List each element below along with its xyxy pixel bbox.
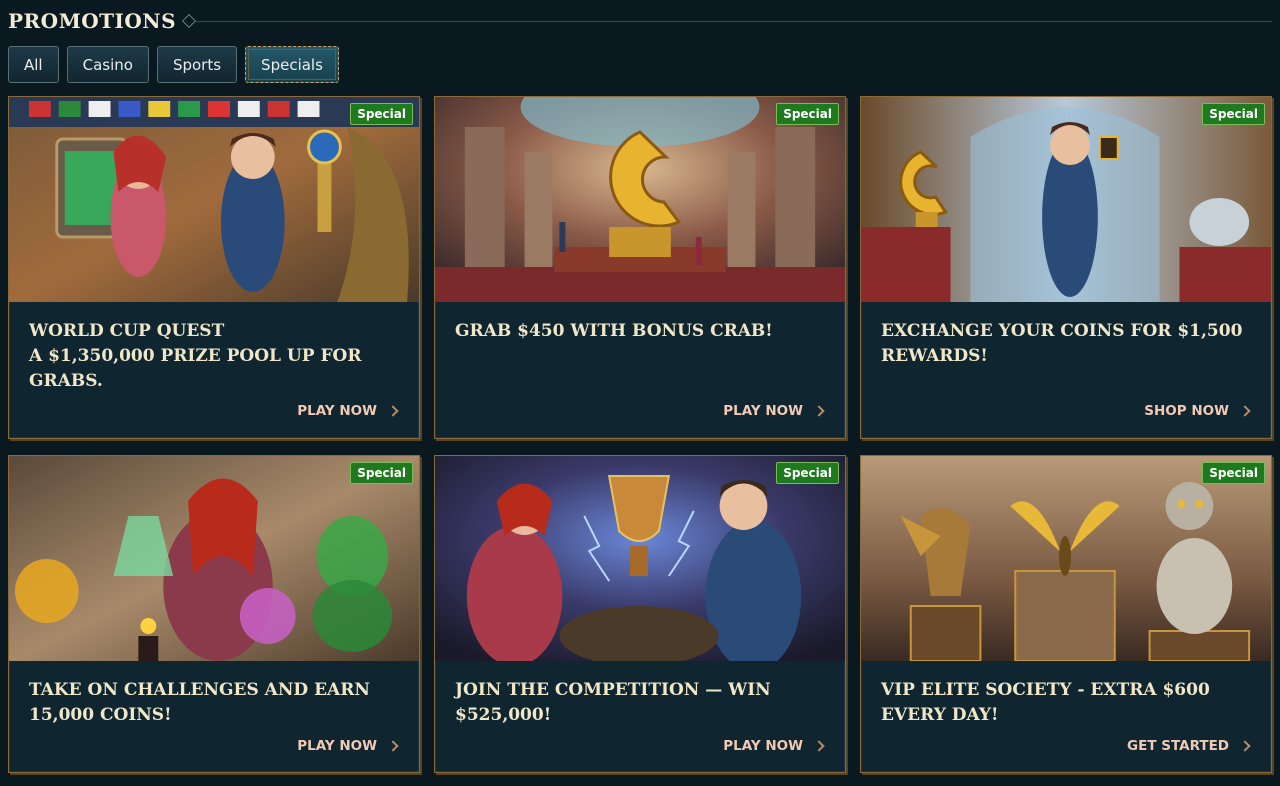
promo-card-competition[interactable]: Special JOIN THE COMPETITION — WIN $525,… <box>434 455 846 773</box>
special-badge: Special <box>350 462 413 484</box>
promo-card-challenges[interactable]: Special TAKE ON CHALLENGES AND EARN 15,0… <box>8 455 420 773</box>
filter-sports-button[interactable]: Sports <box>156 46 238 83</box>
special-badge: Special <box>350 103 413 125</box>
cta-label: PLAY NOW <box>297 403 377 419</box>
promo-card-vip[interactable]: Special VIP ELITE SOCIETY - EXTRA $600 E… <box>860 455 1272 773</box>
promo-image-vip: Special <box>861 456 1271 661</box>
promo-card-bonus-crab[interactable]: Special GRAB $450 WITH BONUS CRAB! PLAY … <box>434 96 846 439</box>
promo-image-challenges: Special <box>9 456 419 661</box>
special-badge: Special <box>776 103 839 125</box>
cta-label: SHOP NOW <box>1144 403 1229 419</box>
special-badge: Special <box>1202 462 1265 484</box>
special-badge: Special <box>1202 103 1265 125</box>
get-started-link[interactable]: GET STARTED <box>1127 738 1251 754</box>
chevron-right-icon <box>813 405 825 417</box>
play-now-link[interactable]: PLAY NOW <box>723 738 825 754</box>
play-now-link[interactable]: PLAY NOW <box>297 403 399 419</box>
filter-all-button[interactable]: All <box>8 46 59 83</box>
play-now-link[interactable]: PLAY NOW <box>297 738 399 754</box>
promo-title: TAKE ON CHALLENGES AND EARN 15,000 COINS… <box>29 680 370 725</box>
page-title: PROMOTIONS <box>8 9 177 33</box>
special-badge: Special <box>776 462 839 484</box>
promo-title: WORLD CUP QUEST A $1,350,000 PRIZE POOL … <box>29 321 362 391</box>
cta-label: PLAY NOW <box>723 738 803 754</box>
promo-title: JOIN THE COMPETITION — WIN $525,000! <box>455 680 771 725</box>
filter-tabs: All Casino Sports Specials <box>8 46 339 83</box>
promo-title: EXCHANGE YOUR COINS FOR $1,500 REWARDS! <box>881 321 1243 366</box>
diamond-ornament-icon <box>181 13 197 29</box>
chevron-right-icon <box>387 405 399 417</box>
chevron-right-icon <box>813 740 825 752</box>
chevron-right-icon <box>1239 405 1251 417</box>
promo-image-competition: Special <box>435 456 845 661</box>
promo-title: VIP ELITE SOCIETY - EXTRA $600 EVERY DAY… <box>881 680 1210 725</box>
play-now-link[interactable]: PLAY NOW <box>723 403 825 419</box>
cta-label: PLAY NOW <box>297 738 377 754</box>
promo-card-world-cup[interactable]: Special WORLD CUP QUEST A $1,350,000 PRI… <box>8 96 420 439</box>
chevron-right-icon <box>1239 740 1251 752</box>
promo-image-exchange-coins: Special <box>861 97 1271 302</box>
promo-image-world-cup: Special <box>9 97 419 302</box>
promotions-header: PROMOTIONS <box>8 6 1272 36</box>
header-divider <box>196 20 1272 22</box>
promo-title: GRAB $450 WITH BONUS CRAB! <box>455 321 773 341</box>
promo-image-bonus-crab: Special <box>435 97 845 302</box>
cta-label: PLAY NOW <box>723 403 803 419</box>
filter-specials-button[interactable]: Specials <box>245 46 339 83</box>
filter-casino-button[interactable]: Casino <box>66 46 149 83</box>
shop-now-link[interactable]: SHOP NOW <box>1144 403 1251 419</box>
cta-label: GET STARTED <box>1127 738 1229 754</box>
promo-card-exchange-coins[interactable]: Special EXCHANGE YOUR COINS FOR $1,500 R… <box>860 96 1272 439</box>
chevron-right-icon <box>387 740 399 752</box>
